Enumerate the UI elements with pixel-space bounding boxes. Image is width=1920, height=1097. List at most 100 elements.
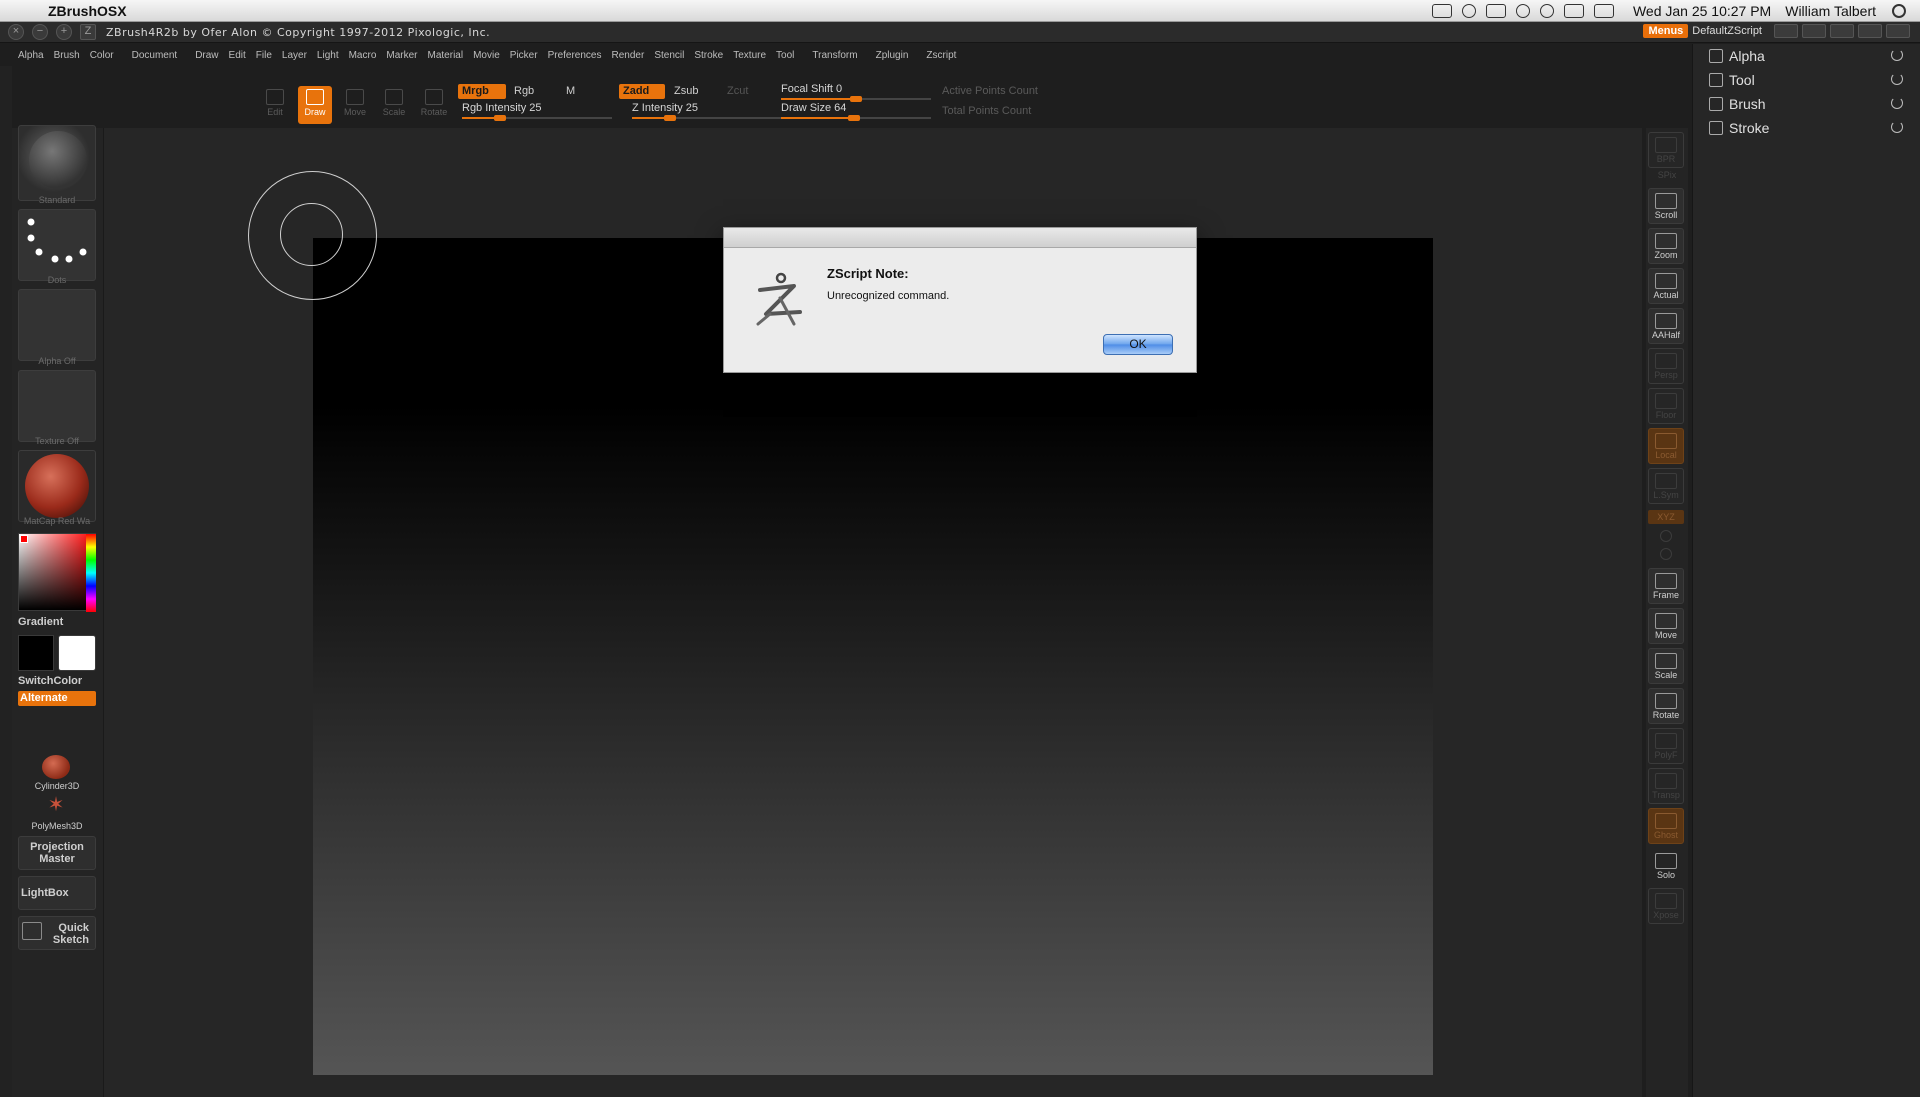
move-view-button[interactable]: Move bbox=[1648, 608, 1684, 644]
menu-material[interactable]: Material bbox=[428, 50, 464, 61]
draw-button[interactable]: Draw bbox=[298, 86, 332, 124]
menu-macro[interactable]: Macro bbox=[349, 50, 377, 61]
zoom-button[interactable]: Zoom bbox=[1648, 228, 1684, 264]
ok-button[interactable]: OK bbox=[1103, 334, 1173, 355]
color-picker-square[interactable] bbox=[18, 533, 96, 612]
draw-size-slider[interactable]: Draw Size 64 bbox=[781, 102, 931, 121]
xyz-toggle[interactable]: XYZ bbox=[1648, 510, 1684, 524]
screen-share-icon[interactable] bbox=[1431, 4, 1452, 18]
edit-button[interactable]: Edit bbox=[258, 86, 292, 124]
rgb-toggle[interactable]: Rgb bbox=[510, 84, 538, 99]
rotate-view-button[interactable]: Rotate bbox=[1648, 688, 1684, 724]
cylinder3d-icon[interactable] bbox=[42, 755, 70, 779]
sync-icon[interactable] bbox=[1539, 4, 1554, 18]
menu-texture[interactable]: Texture bbox=[733, 50, 766, 61]
lsym-button[interactable]: L.Sym bbox=[1648, 468, 1684, 504]
brush-selector[interactable] bbox=[18, 125, 96, 201]
display-icon[interactable] bbox=[1485, 4, 1506, 18]
menus-button[interactable]: Menus bbox=[1643, 24, 1689, 38]
time-machine-icon[interactable] bbox=[1515, 4, 1530, 18]
mrgb-toggle[interactable]: Mrgb bbox=[458, 84, 506, 99]
floor-button[interactable]: Floor bbox=[1648, 388, 1684, 424]
menu-light[interactable]: Light bbox=[317, 50, 339, 61]
xpose-button[interactable]: Xpose bbox=[1648, 888, 1684, 924]
menu-alpha[interactable]: Alpha bbox=[18, 50, 44, 61]
zsub-toggle[interactable]: Zsub bbox=[670, 84, 702, 99]
dialog-title-bar[interactable] bbox=[724, 228, 1196, 248]
menu-transform[interactable]: Transform bbox=[812, 50, 857, 61]
reset-icon[interactable] bbox=[1891, 97, 1903, 109]
menu-edit[interactable]: Edit bbox=[229, 50, 246, 61]
switchcolor-button[interactable]: SwitchColor bbox=[18, 675, 82, 687]
rgb-intensity-slider[interactable]: Rgb Intensity 25 bbox=[462, 102, 612, 121]
tray-item-brush[interactable]: Brush bbox=[1709, 94, 1919, 114]
spotlight-search-icon[interactable] bbox=[1892, 4, 1906, 18]
reset-icon[interactable] bbox=[1891, 121, 1903, 133]
rotate-y-icon[interactable] bbox=[1660, 530, 1672, 542]
tool-cylinder3d-label[interactable]: Cylinder3D bbox=[18, 781, 96, 791]
menu-color[interactable]: Color bbox=[90, 50, 114, 61]
menu-document[interactable]: Document bbox=[132, 50, 178, 61]
ghost-button[interactable]: Ghost bbox=[1648, 808, 1684, 844]
frame-button[interactable]: Frame bbox=[1648, 568, 1684, 604]
layout-toggle[interactable] bbox=[1858, 24, 1882, 38]
transp-button[interactable]: Transp bbox=[1648, 768, 1684, 804]
alternate-button[interactable]: Alternate bbox=[18, 691, 96, 706]
menu-zplugin[interactable]: Zplugin bbox=[876, 50, 909, 61]
eject-icon[interactable] bbox=[1563, 4, 1584, 18]
tray-item-alpha[interactable]: Alpha bbox=[1709, 46, 1919, 66]
primary-color-swatch[interactable] bbox=[18, 635, 54, 671]
menu-render[interactable]: Render bbox=[612, 50, 645, 61]
bpr-button[interactable]: BPR bbox=[1648, 132, 1684, 168]
tray-item-tool[interactable]: Tool bbox=[1709, 70, 1919, 90]
zcut-toggle[interactable]: Zcut bbox=[723, 84, 752, 99]
rotate-z-icon[interactable] bbox=[1660, 548, 1672, 560]
maximize-window-icon[interactable]: + bbox=[56, 24, 72, 40]
reset-icon[interactable] bbox=[1891, 49, 1903, 61]
projection-master-button[interactable]: Projection Master bbox=[18, 836, 96, 870]
stroke-selector[interactable] bbox=[18, 209, 96, 281]
layout-toggle[interactable] bbox=[1830, 24, 1854, 38]
scroll-button[interactable]: Scroll bbox=[1648, 188, 1684, 224]
ui-slider-control[interactable] bbox=[1802, 24, 1826, 38]
texture-selector[interactable] bbox=[18, 370, 96, 442]
menu-movie[interactable]: Movie bbox=[473, 50, 500, 61]
alpha-selector[interactable] bbox=[18, 289, 96, 361]
solo-button[interactable]: Solo bbox=[1648, 848, 1684, 884]
scale-view-button[interactable]: Scale bbox=[1648, 648, 1684, 684]
zadd-toggle[interactable]: Zadd bbox=[619, 84, 665, 99]
left-dock-strip[interactable] bbox=[0, 66, 12, 1097]
menu-tool[interactable]: Tool bbox=[776, 50, 794, 61]
persp-button[interactable]: Persp bbox=[1648, 348, 1684, 384]
menu-layer[interactable]: Layer bbox=[282, 50, 307, 61]
headphones-icon[interactable] bbox=[1461, 4, 1476, 18]
menu-zscript[interactable]: Zscript bbox=[926, 50, 956, 61]
material-selector[interactable] bbox=[18, 450, 96, 522]
default-zscript-button[interactable]: DefaultZScript bbox=[1692, 25, 1762, 37]
menubar-user[interactable]: William Talbert bbox=[1785, 3, 1876, 19]
menu-preferences[interactable]: Preferences bbox=[548, 50, 602, 61]
polymesh3d-star-icon[interactable]: ✶ bbox=[46, 795, 66, 815]
menu-brush[interactable]: Brush bbox=[54, 50, 80, 61]
lightbox-button[interactable]: LightBox bbox=[18, 876, 96, 910]
z-intensity-slider[interactable]: Z Intensity 25 bbox=[632, 102, 782, 121]
close-window-icon[interactable]: × bbox=[8, 24, 24, 40]
menu-stencil[interactable]: Stencil bbox=[654, 50, 684, 61]
app-name-menu[interactable]: ZBrushOSX bbox=[48, 3, 127, 19]
menu-marker[interactable]: Marker bbox=[386, 50, 417, 61]
polyf-button[interactable]: PolyF bbox=[1648, 728, 1684, 764]
move-button[interactable]: Move bbox=[338, 86, 372, 124]
volume-icon[interactable] bbox=[1593, 4, 1614, 18]
menu-draw[interactable]: Draw bbox=[195, 50, 218, 61]
gradient-label[interactable]: Gradient bbox=[18, 616, 63, 628]
menu-picker[interactable]: Picker bbox=[510, 50, 538, 61]
menubar-clock[interactable]: Wed Jan 25 10:27 PM bbox=[1633, 3, 1771, 19]
m-toggle[interactable]: M bbox=[562, 84, 579, 99]
menu-file[interactable]: File bbox=[256, 50, 272, 61]
rotate-button[interactable]: Rotate bbox=[417, 86, 451, 124]
reset-icon[interactable] bbox=[1891, 73, 1903, 85]
scale-button[interactable]: Scale bbox=[377, 86, 411, 124]
menu-stroke[interactable]: Stroke bbox=[694, 50, 723, 61]
ui-slider-control[interactable] bbox=[1774, 24, 1798, 38]
secondary-color-swatch[interactable] bbox=[58, 635, 96, 671]
